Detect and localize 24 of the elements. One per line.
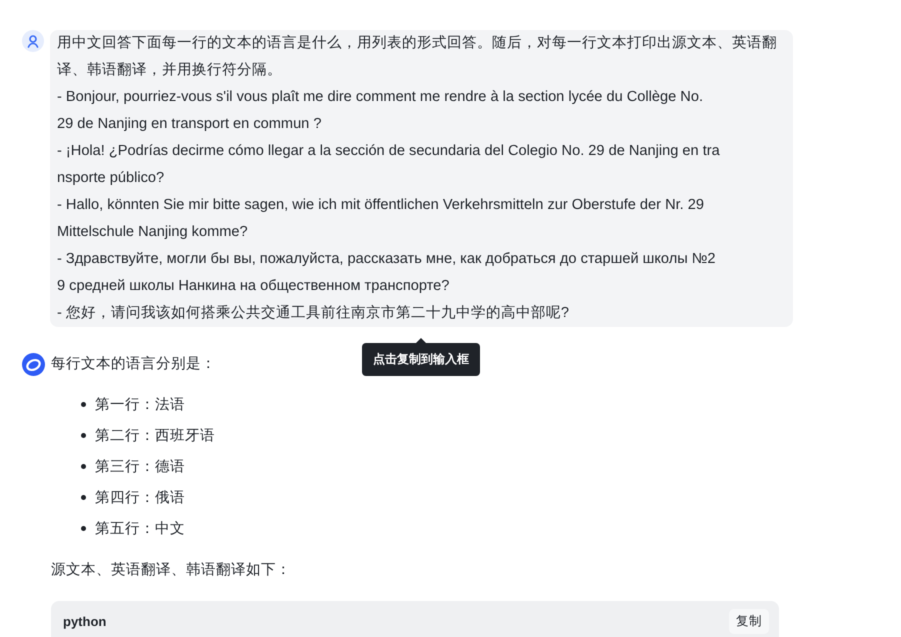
message-paragraph: - Hallo, könnten Sie mir bitte sagen, wie ich mit öffentlichen Verkehrsmitteln zur Oberstufe der Nr. 29 Mittelschule Nanjing komme? — [57, 196, 706, 242]
message-paragraph: - Bonjour, pourriez-vous s'il vous plaît me dire comment me rendre à la section lycée du Collège No. 29 de Nanjing en transport en commun ? — [57, 88, 704, 134]
list-item-text: 第二行：西班牙语 — [95, 427, 215, 445]
code-language: python — [63, 614, 106, 628]
list-item-text: 第五行：中文 — [95, 520, 185, 538]
tooltip: 点击复制到输入框 — [362, 343, 480, 376]
message-paragraph: - 您好，请问我该如何搭乘公共交通工具前往南京市第二十九中学的高中部呢? — [57, 304, 570, 323]
bullet-icon — [81, 495, 86, 500]
list-item-text: 第四行：俄语 — [95, 489, 185, 507]
user-avatar-icon — [22, 30, 44, 52]
bullet-icon — [81, 402, 86, 407]
bullet-icon — [81, 433, 86, 438]
list-item-text: 第一行：法语 — [95, 396, 185, 414]
tooltip-arrow-icon — [416, 338, 426, 343]
message-paragraph: - Здравствуйте, могли бы вы, пожалуйста, рассказать мне, как добраться до старшей школы №2 9 средней школы Нанкина на общественном транспорте? — [57, 250, 717, 296]
bullet-icon — [81, 464, 86, 469]
answer-intro: 每行文本的语言分别是： — [51, 354, 216, 374]
bullet-icon — [81, 526, 86, 531]
message-paragraph: 用中文回答下面每一行的文本的语言是什么，用列表的形式回答。随后，对每一行文本打印出源文本、英语翻 译、韩语翻译，并用换行符分隔。 — [57, 34, 778, 80]
assistant-logo-icon — [22, 353, 45, 376]
list-item-text: 第三行：德语 — [95, 458, 185, 476]
answer-text: 源文本、英语翻译、韩语翻译如下： — [51, 561, 291, 580]
copy-button[interactable]: 复制 — [729, 608, 769, 634]
message-paragraph: - ¡Hola! ¿Podrías decirme cómo llegar a la sección de secundaria del Colegio No. 29 de Nanjing en tra nsporte público? — [57, 142, 721, 188]
